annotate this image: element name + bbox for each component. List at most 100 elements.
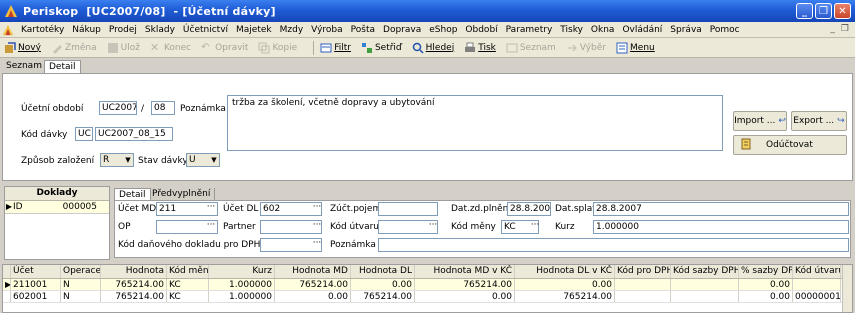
tab-detail[interactable]: Detail	[44, 60, 81, 74]
setrid-button[interactable]: Setřiď	[361, 42, 402, 54]
col-ucet[interactable]: Účet	[11, 265, 61, 278]
chevron-down-icon[interactable]: ▼	[123, 154, 133, 166]
ucetni-obdobi-mesic-field[interactable]: 08	[151, 101, 175, 115]
kod-davky-prefix-field[interactable]: UC	[75, 127, 93, 141]
row-indicator-cell	[3, 291, 11, 302]
novy-button[interactable]: Nový	[4, 41, 41, 54]
konec-button[interactable]: ✕ Konec	[149, 40, 191, 54]
col-hodnota-md[interactable]: Hodnota MD	[275, 265, 351, 278]
edit-icon	[51, 42, 63, 54]
header-detail-panel: Účetní období UC2007 / 08 Poznámka tržba…	[2, 73, 853, 181]
dat-zd-plneni-label: Dat.zd.plnění	[451, 204, 511, 214]
mdi-restore-button[interactable]: ❐	[841, 24, 849, 34]
col-operace[interactable]: Operace	[61, 265, 101, 278]
kopie-label: Kopie	[272, 42, 298, 53]
col-hodnota-dl-kc[interactable]: Hodnota DL v KČ	[515, 265, 615, 278]
chevron-down-icon[interactable]: ▼	[209, 154, 219, 166]
grid-header: Účet Operace Hodnota Kód měny Kurz Hodno…	[3, 265, 852, 279]
doklady-poznamka-field[interactable]	[378, 238, 849, 252]
cell-hodnota-md: 765214.00	[275, 279, 351, 290]
oductovat-button[interactable]: Odúčtovat	[733, 135, 847, 155]
close-button[interactable]: ✕	[834, 3, 851, 19]
opravit-button[interactable]: ↶ Opravit	[201, 42, 248, 54]
kod-meny-lookup-button[interactable]: ···	[529, 221, 541, 233]
menu-nakup[interactable]: Nákup	[68, 25, 105, 35]
col-kod-pro-dph[interactable]: Kód pro DPH	[615, 265, 671, 278]
menu-okna[interactable]: Okna	[587, 25, 619, 35]
col-kod-sazby-dph[interactable]: Kód sazby DPH	[671, 265, 739, 278]
dat-splat-field[interactable]: 28.8.2007	[593, 202, 849, 216]
tisk-button[interactable]: Tisk	[464, 42, 496, 54]
toolbar-separator	[313, 40, 315, 55]
col-hodnota-md-kc[interactable]: Hodnota MD v KČ	[415, 265, 515, 278]
restore-button[interactable]: ❐	[815, 3, 832, 19]
menu-sprava[interactable]: Správa	[666, 25, 705, 35]
dat-zd-plneni-field[interactable]: 28.8.2007	[507, 202, 551, 216]
kod-utvaru-lookup-button[interactable]: ···	[427, 221, 439, 233]
op-lookup-button[interactable]: ···	[205, 221, 217, 233]
ucetni-obdobi-rok-field[interactable]: UC2007	[99, 101, 137, 115]
novy-label: Nový	[18, 42, 41, 53]
kod-dph-lookup-button[interactable]: ···	[311, 239, 323, 251]
partner-lookup-button[interactable]: ···	[311, 221, 323, 233]
kurz-field[interactable]: 1.000000	[593, 220, 849, 234]
menu-obdobi[interactable]: Období	[461, 25, 501, 35]
doklady-row[interactable]: ▶ ID 000005	[5, 201, 109, 214]
kod-davky-field[interactable]: UC2007_08_15	[95, 127, 173, 141]
entries-grid: Účet Operace Hodnota Kód měny Kurz Hodno…	[2, 264, 853, 313]
cancel-icon: ✕	[149, 40, 160, 54]
vyber-button[interactable]: Výběr	[566, 42, 606, 54]
kopie-button[interactable]: Kopie	[258, 42, 297, 54]
cell-hodnota-md-kc: 0.00	[415, 291, 515, 302]
ucet-dl-lookup-button[interactable]: ···	[311, 203, 323, 215]
menu-vyroba[interactable]: Výroba	[307, 25, 346, 35]
col-kurz[interactable]: Kurz	[209, 265, 275, 278]
menu-kartoteky[interactable]: Kartotéky	[17, 25, 68, 35]
col-hodnota[interactable]: Hodnota	[101, 265, 167, 278]
minimize-button[interactable]: _	[796, 3, 813, 19]
tisk-label: Tisk	[478, 42, 496, 53]
menu-posta[interactable]: Pošta	[347, 25, 379, 35]
cell-procento-sazby: 0.00	[739, 291, 793, 302]
zpusob-zalozeni-select[interactable]: R ▼	[100, 153, 134, 167]
menu-button[interactable]: Menu	[616, 42, 655, 54]
period-slash: /	[141, 104, 145, 114]
menu-sklady[interactable]: Sklady	[141, 25, 179, 35]
ucet-md-label: Účet MD	[118, 204, 157, 214]
cell-kod-sazby-dph	[671, 279, 739, 290]
menu-parametry[interactable]: Parametry	[502, 25, 557, 35]
new-document-icon	[4, 41, 16, 54]
ulozit-button[interactable]: Ulož	[107, 42, 140, 54]
zmena-button[interactable]: Změna	[51, 42, 97, 54]
stav-davky-select[interactable]: U ▼	[186, 153, 220, 167]
printer-icon	[464, 42, 476, 54]
menu-ovladani[interactable]: Ovládání	[618, 25, 666, 35]
menu-eshop[interactable]: eShop	[425, 25, 461, 35]
zuct-pojem-field[interactable]	[378, 202, 438, 216]
hledej-button[interactable]: Hledej	[412, 42, 454, 54]
table-row[interactable]: ▶ 211001 N 765214.00 KC 1.000000 765214.…	[3, 279, 852, 291]
menu-doprava[interactable]: Doprava	[379, 25, 425, 35]
tab-seznam[interactable]: Seznam	[2, 60, 46, 74]
col-procento-sazby[interactable]: % sazby DPH	[739, 265, 793, 278]
menu-ucetnictvi[interactable]: Účetnictví	[179, 25, 232, 35]
menu-mzdy[interactable]: Mzdy	[276, 25, 308, 35]
col-hodnota-dl[interactable]: Hodnota DL	[351, 265, 415, 278]
menu-prodej[interactable]: Prodej	[105, 25, 141, 35]
export-button[interactable]: Export ... ↪	[791, 111, 847, 131]
grid-vertical-scrollbar[interactable]	[842, 265, 852, 312]
mdi-minimize-button[interactable]: _	[830, 24, 835, 34]
filtr-button[interactable]: Filtr	[320, 42, 351, 54]
table-row[interactable]: 602001 N 765214.00 KC 1.000000 0.00 7652…	[3, 291, 852, 303]
menu-tisky[interactable]: Tisky	[556, 25, 587, 35]
col-kod-meny[interactable]: Kód měny	[167, 265, 209, 278]
ucet-md-lookup-button[interactable]: ···	[205, 203, 217, 215]
seznam-toolbar-button[interactable]: Seznam	[506, 42, 556, 54]
poznamka-textarea[interactable]: tržba za školení, včetně dopravy a ubyto…	[227, 95, 723, 151]
import-button[interactable]: Import ... ↩	[733, 111, 787, 131]
col-kod-utvaru[interactable]: Kód útvaru	[793, 265, 841, 278]
cell-hodnota-md-kc: 765214.00	[415, 279, 515, 290]
mdi-child-icon[interactable]	[2, 24, 14, 36]
menu-pomoc[interactable]: Pomoc	[706, 25, 744, 35]
menu-majetek[interactable]: Majetek	[232, 25, 276, 35]
